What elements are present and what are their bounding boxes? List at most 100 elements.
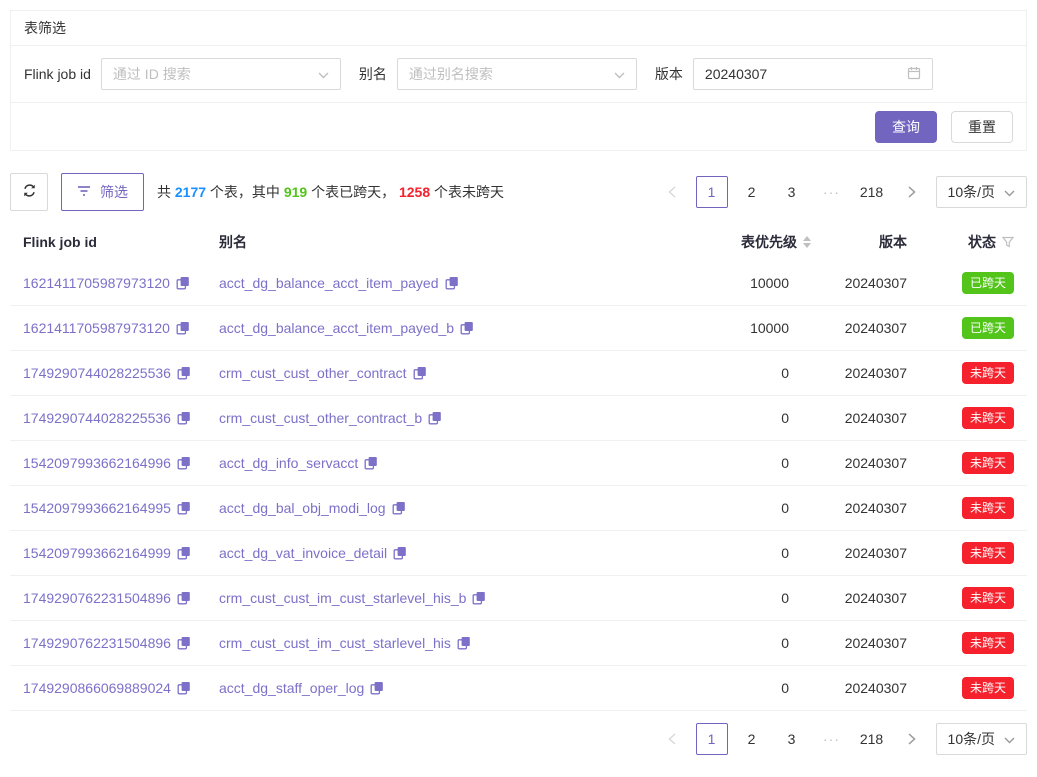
column-header-alias[interactable]: 别名	[219, 232, 673, 252]
priority-header-label: 表优先级	[741, 232, 797, 252]
page-button-3[interactable]: 3	[776, 176, 808, 208]
alias-link[interactable]: crm_cust_cust_other_contract	[219, 365, 407, 381]
table-row: 1749290744028225536 crm_cust_cust_other_…	[10, 396, 1027, 441]
page-size-value: 10条/页	[948, 182, 995, 202]
filter-funnel-icon[interactable]	[1002, 236, 1014, 248]
alias-link[interactable]: acct_dg_vat_invoice_detail	[219, 545, 387, 561]
copy-icon[interactable]	[460, 321, 474, 335]
priority-value: 0	[673, 455, 813, 471]
copy-icon[interactable]	[392, 501, 406, 515]
alias-link[interactable]: crm_cust_cust_other_contract_b	[219, 410, 422, 426]
job-id-link[interactable]: 1749290762231504896	[23, 635, 171, 651]
sort-carets-icon[interactable]	[803, 236, 811, 248]
copy-icon[interactable]	[393, 546, 407, 560]
copy-icon[interactable]	[457, 636, 471, 650]
filter-card-title: 表筛选	[11, 11, 1026, 46]
copy-icon[interactable]	[177, 366, 191, 380]
version-value: 20240307	[813, 590, 923, 606]
query-button[interactable]: 查询	[875, 111, 937, 143]
job-id-link[interactable]: 1749290744028225536	[23, 365, 171, 381]
next-page-button[interactable]	[896, 723, 928, 755]
filter-lines-icon	[77, 184, 91, 200]
page-button-2[interactable]: 2	[736, 723, 768, 755]
prev-page-button[interactable]	[656, 723, 688, 755]
job-id-link[interactable]: 1621411705987973120	[23, 275, 170, 291]
version-value: 20240307	[813, 455, 923, 471]
alias-link[interactable]: crm_cust_cust_im_cust_starlevel_his_b	[219, 590, 466, 606]
status-badge: 未跨天	[962, 542, 1014, 564]
alias-select[interactable]: 通过别名搜索	[397, 58, 637, 90]
priority-value: 0	[673, 410, 813, 426]
job-id-link[interactable]: 1621411705987973120	[23, 320, 170, 336]
copy-icon[interactable]	[176, 321, 190, 335]
page-button-1[interactable]: 1	[696, 176, 728, 208]
alias-link[interactable]: acct_dg_info_servacct	[219, 455, 358, 471]
copy-icon[interactable]	[364, 456, 378, 470]
copy-icon[interactable]	[177, 411, 191, 425]
copy-icon[interactable]	[413, 366, 427, 380]
copy-icon[interactable]	[177, 546, 191, 560]
job-id-link[interactable]: 1542097993662164996	[23, 455, 171, 471]
copy-icon[interactable]	[370, 681, 384, 695]
summary-text: 共	[157, 184, 175, 200]
job-id-link[interactable]: 1542097993662164999	[23, 545, 171, 561]
priority-value: 0	[673, 635, 813, 651]
version-value: 20240307	[813, 320, 923, 336]
copy-icon[interactable]	[472, 591, 486, 605]
refresh-button[interactable]	[10, 173, 48, 211]
copy-icon[interactable]	[177, 591, 191, 605]
page-button-2[interactable]: 2	[736, 176, 768, 208]
alias-link[interactable]: crm_cust_cust_im_cust_starlevel_his	[219, 635, 451, 651]
status-badge: 未跨天	[962, 407, 1014, 429]
page-button-218[interactable]: 218	[856, 176, 888, 208]
copy-icon[interactable]	[177, 456, 191, 470]
page-size-select[interactable]: 10条/页	[936, 723, 1027, 755]
column-header-status: 状态	[923, 232, 1027, 252]
page-button-1[interactable]: 1	[696, 723, 728, 755]
page-button-3[interactable]: 3	[776, 723, 808, 755]
copy-icon[interactable]	[177, 636, 191, 650]
next-page-button[interactable]	[896, 176, 928, 208]
page-button-218[interactable]: 218	[856, 723, 888, 755]
job-id-link[interactable]: 1749290744028225536	[23, 410, 171, 426]
table-row: 1621411705987973120 acct_dg_balance_acct…	[10, 261, 1027, 306]
reset-button[interactable]: 重置	[951, 111, 1013, 143]
priority-value: 0	[673, 590, 813, 606]
version-date-input[interactable]: 20240307	[693, 58, 933, 90]
job-id-link[interactable]: 1749290866069889024	[23, 680, 171, 696]
summary-text: 个表，其中	[206, 184, 284, 200]
flink-job-id-label: Flink job id	[24, 66, 91, 82]
filter-toggle-button[interactable]: 筛选	[61, 173, 144, 211]
page-ellipsis[interactable]: ···	[816, 723, 848, 755]
summary-uncrossed: 1258	[399, 184, 430, 200]
version-value: 20240307	[813, 275, 923, 291]
column-header-flink-job-id[interactable]: Flink job id	[10, 234, 219, 250]
job-id-link[interactable]: 1542097993662164995	[23, 500, 171, 516]
page-size-select[interactable]: 10条/页	[936, 176, 1027, 208]
copy-icon[interactable]	[428, 411, 442, 425]
table-summary: 共 2177 个表，其中 919 个表已跨天， 1258 个表未跨天	[157, 182, 504, 202]
status-badge: 未跨天	[962, 587, 1014, 609]
alias-link[interactable]: acct_dg_bal_obj_modi_log	[219, 500, 386, 516]
table-row: 1749290744028225536 crm_cust_cust_other_…	[10, 351, 1027, 396]
pagination-top: 123···218 10条/页	[656, 176, 1027, 208]
filter-toggle-label: 筛选	[100, 182, 128, 202]
filter-card: 表筛选 Flink job id 通过 ID 搜索 别名 通过别名搜索 版本	[10, 10, 1027, 151]
copy-icon[interactable]	[176, 276, 190, 290]
alias-link[interactable]: acct_dg_balance_acct_item_payed	[219, 275, 439, 291]
copy-icon[interactable]	[177, 501, 191, 515]
copy-icon[interactable]	[177, 681, 191, 695]
status-header-label: 状态	[968, 232, 996, 252]
sync-icon	[22, 183, 37, 201]
alias-link[interactable]: acct_dg_staff_oper_log	[219, 680, 364, 696]
job-id-link[interactable]: 1749290762231504896	[23, 590, 171, 606]
version-value: 20240307	[813, 680, 923, 696]
page-ellipsis[interactable]: ···	[816, 176, 848, 208]
prev-page-button[interactable]	[656, 176, 688, 208]
alias-placeholder: 通过别名搜索	[409, 64, 493, 84]
column-header-priority[interactable]: 表优先级	[673, 232, 813, 252]
version-value: 20240307	[813, 545, 923, 561]
flink-job-id-select[interactable]: 通过 ID 搜索	[101, 58, 341, 90]
copy-icon[interactable]	[445, 276, 459, 290]
alias-link[interactable]: acct_dg_balance_acct_item_payed_b	[219, 320, 454, 336]
